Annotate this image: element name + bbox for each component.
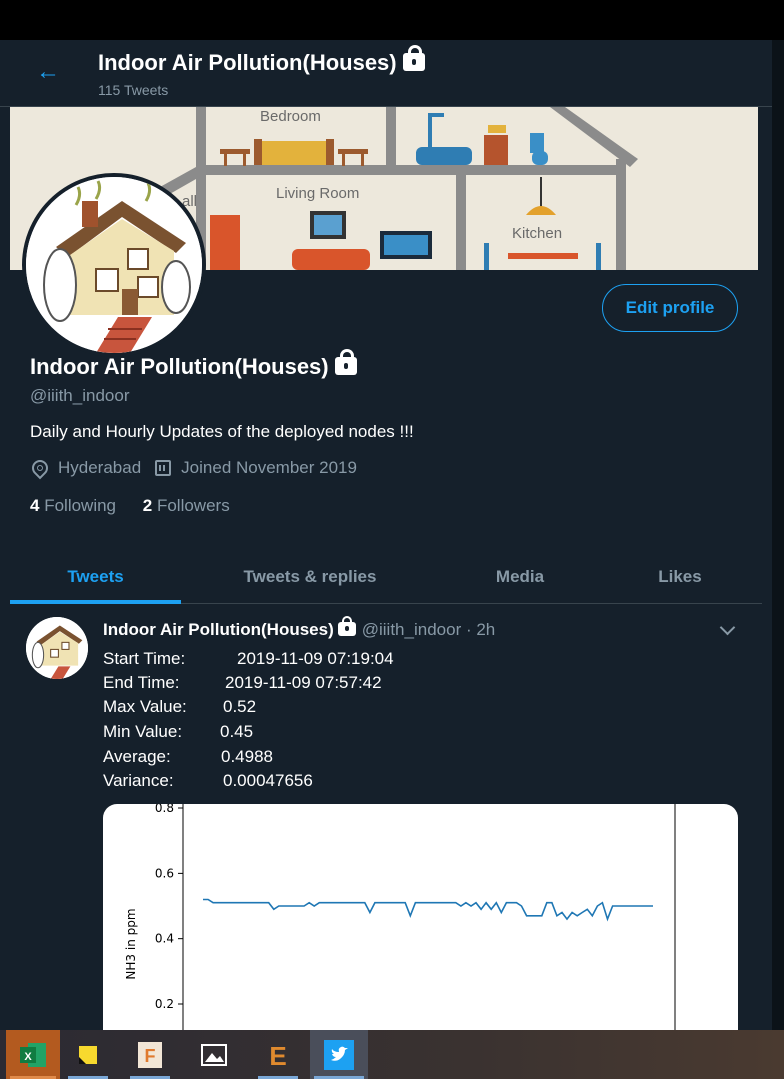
followers-link[interactable]: 2 Followers	[143, 496, 230, 515]
stat-value: 0.45	[220, 722, 254, 741]
stat-value: 0.52	[223, 697, 257, 716]
following-link[interactable]: 4 Following	[30, 496, 116, 515]
house-mascot-image	[26, 177, 202, 353]
photos-icon[interactable]	[190, 1030, 238, 1079]
twitter-app: ← Indoor Air Pollution(Houses) 115 Tweet…	[0, 40, 772, 1030]
tab-tweets[interactable]: Tweets	[10, 550, 181, 604]
twitter-icon[interactable]	[310, 1030, 368, 1079]
stat-label: Max Value:	[103, 697, 187, 716]
stat-value: 2019-11-09 07:57:42	[225, 673, 382, 692]
y-tick-label: 0.4	[155, 932, 174, 946]
window-top-bar	[0, 0, 784, 40]
stat-label: Start Time:	[103, 649, 186, 668]
banner-label-kitchen: Kitchen	[512, 225, 563, 242]
lock-icon	[402, 45, 425, 72]
sticky-notes-icon[interactable]	[64, 1030, 112, 1079]
tab-tweets-replies[interactable]: Tweets & replies	[210, 550, 410, 603]
stat-value: 0.00047656	[223, 771, 313, 790]
stat-label: Variance:	[103, 771, 174, 790]
tweet-avatar[interactable]	[26, 617, 88, 679]
chevron-down-icon[interactable]	[719, 619, 736, 636]
header-title: Indoor Air Pollution(Houses)	[98, 45, 425, 76]
tweet-chart-image[interactable]: 0.8 0.6 0.4 0.2 NH3 in ppm	[103, 804, 738, 1030]
tab-media[interactable]: Media	[450, 550, 590, 603]
stat-value: 2019-11-09 07:19:04	[237, 649, 394, 668]
svg-text:X: X	[24, 1051, 32, 1063]
profile-tabs: Tweets Tweets & replies Media Likes	[10, 550, 762, 604]
excel-icon[interactable]: X	[6, 1030, 60, 1079]
nh3-line-chart: 0.8 0.6 0.4 0.2 NH3 in ppm	[124, 804, 676, 1030]
banner-label-living-room: Living Room	[276, 185, 360, 202]
stat-label: End Time:	[103, 673, 180, 692]
tweet-author[interactable]: Indoor Air Pollution(Houses)	[103, 620, 334, 639]
y-tick-label: 0.8	[155, 804, 174, 815]
banner-label-bedroom: Bedroom	[260, 108, 321, 125]
y-tick-label: 0.2	[155, 997, 174, 1011]
edit-profile-button[interactable]: Edit profile	[602, 284, 738, 332]
e-app-icon[interactable]: E	[254, 1030, 302, 1079]
profile-name: Indoor Air Pollution(Houses)	[30, 349, 357, 380]
stat-label: Min Value:	[103, 722, 183, 741]
svg-text:F: F	[145, 1046, 156, 1066]
profile-bio: Daily and Hourly Updates of the deployed…	[30, 422, 414, 441]
tab-likes[interactable]: Likes	[610, 550, 750, 603]
windows-taskbar: X F E	[0, 1030, 784, 1079]
location-pin-icon	[28, 456, 52, 480]
profile-header: ← Indoor Air Pollution(Houses) 115 Tweet…	[0, 40, 772, 107]
profile-avatar[interactable]	[22, 173, 206, 357]
tweet-count: 115 Tweets	[98, 82, 169, 98]
svg-text:E: E	[269, 1041, 286, 1069]
f-app-icon[interactable]: F	[126, 1030, 174, 1079]
profile-location: Hyderabad	[58, 458, 142, 477]
tweet-time[interactable]: · 2h	[466, 620, 495, 639]
stat-value: 0.4988	[221, 747, 273, 766]
arrow-left-icon[interactable]: ←	[36, 60, 60, 84]
tweet-header: Indoor Air Pollution(Houses) @iiith_indoo…	[103, 615, 495, 640]
calendar-icon	[155, 460, 172, 476]
lock-icon	[334, 349, 357, 376]
follow-stats: 4 Following 2 Followers	[30, 496, 230, 516]
series-line	[203, 898, 653, 922]
y-axis-label: NH3 in ppm	[124, 908, 138, 979]
house-mascot-image	[26, 617, 88, 679]
tweet-handle[interactable]: @iiith_indoor	[362, 620, 461, 639]
profile-handle: @iiith_indoor	[30, 386, 130, 405]
stat-label: Average:	[103, 747, 171, 766]
profile-meta: Hyderabad Joined November 2019	[28, 456, 357, 480]
y-tick-label: 0.6	[155, 866, 174, 880]
profile-joined: Joined November 2019	[181, 458, 357, 477]
scrollbar[interactable]	[772, 40, 784, 1030]
lock-icon	[337, 615, 356, 636]
